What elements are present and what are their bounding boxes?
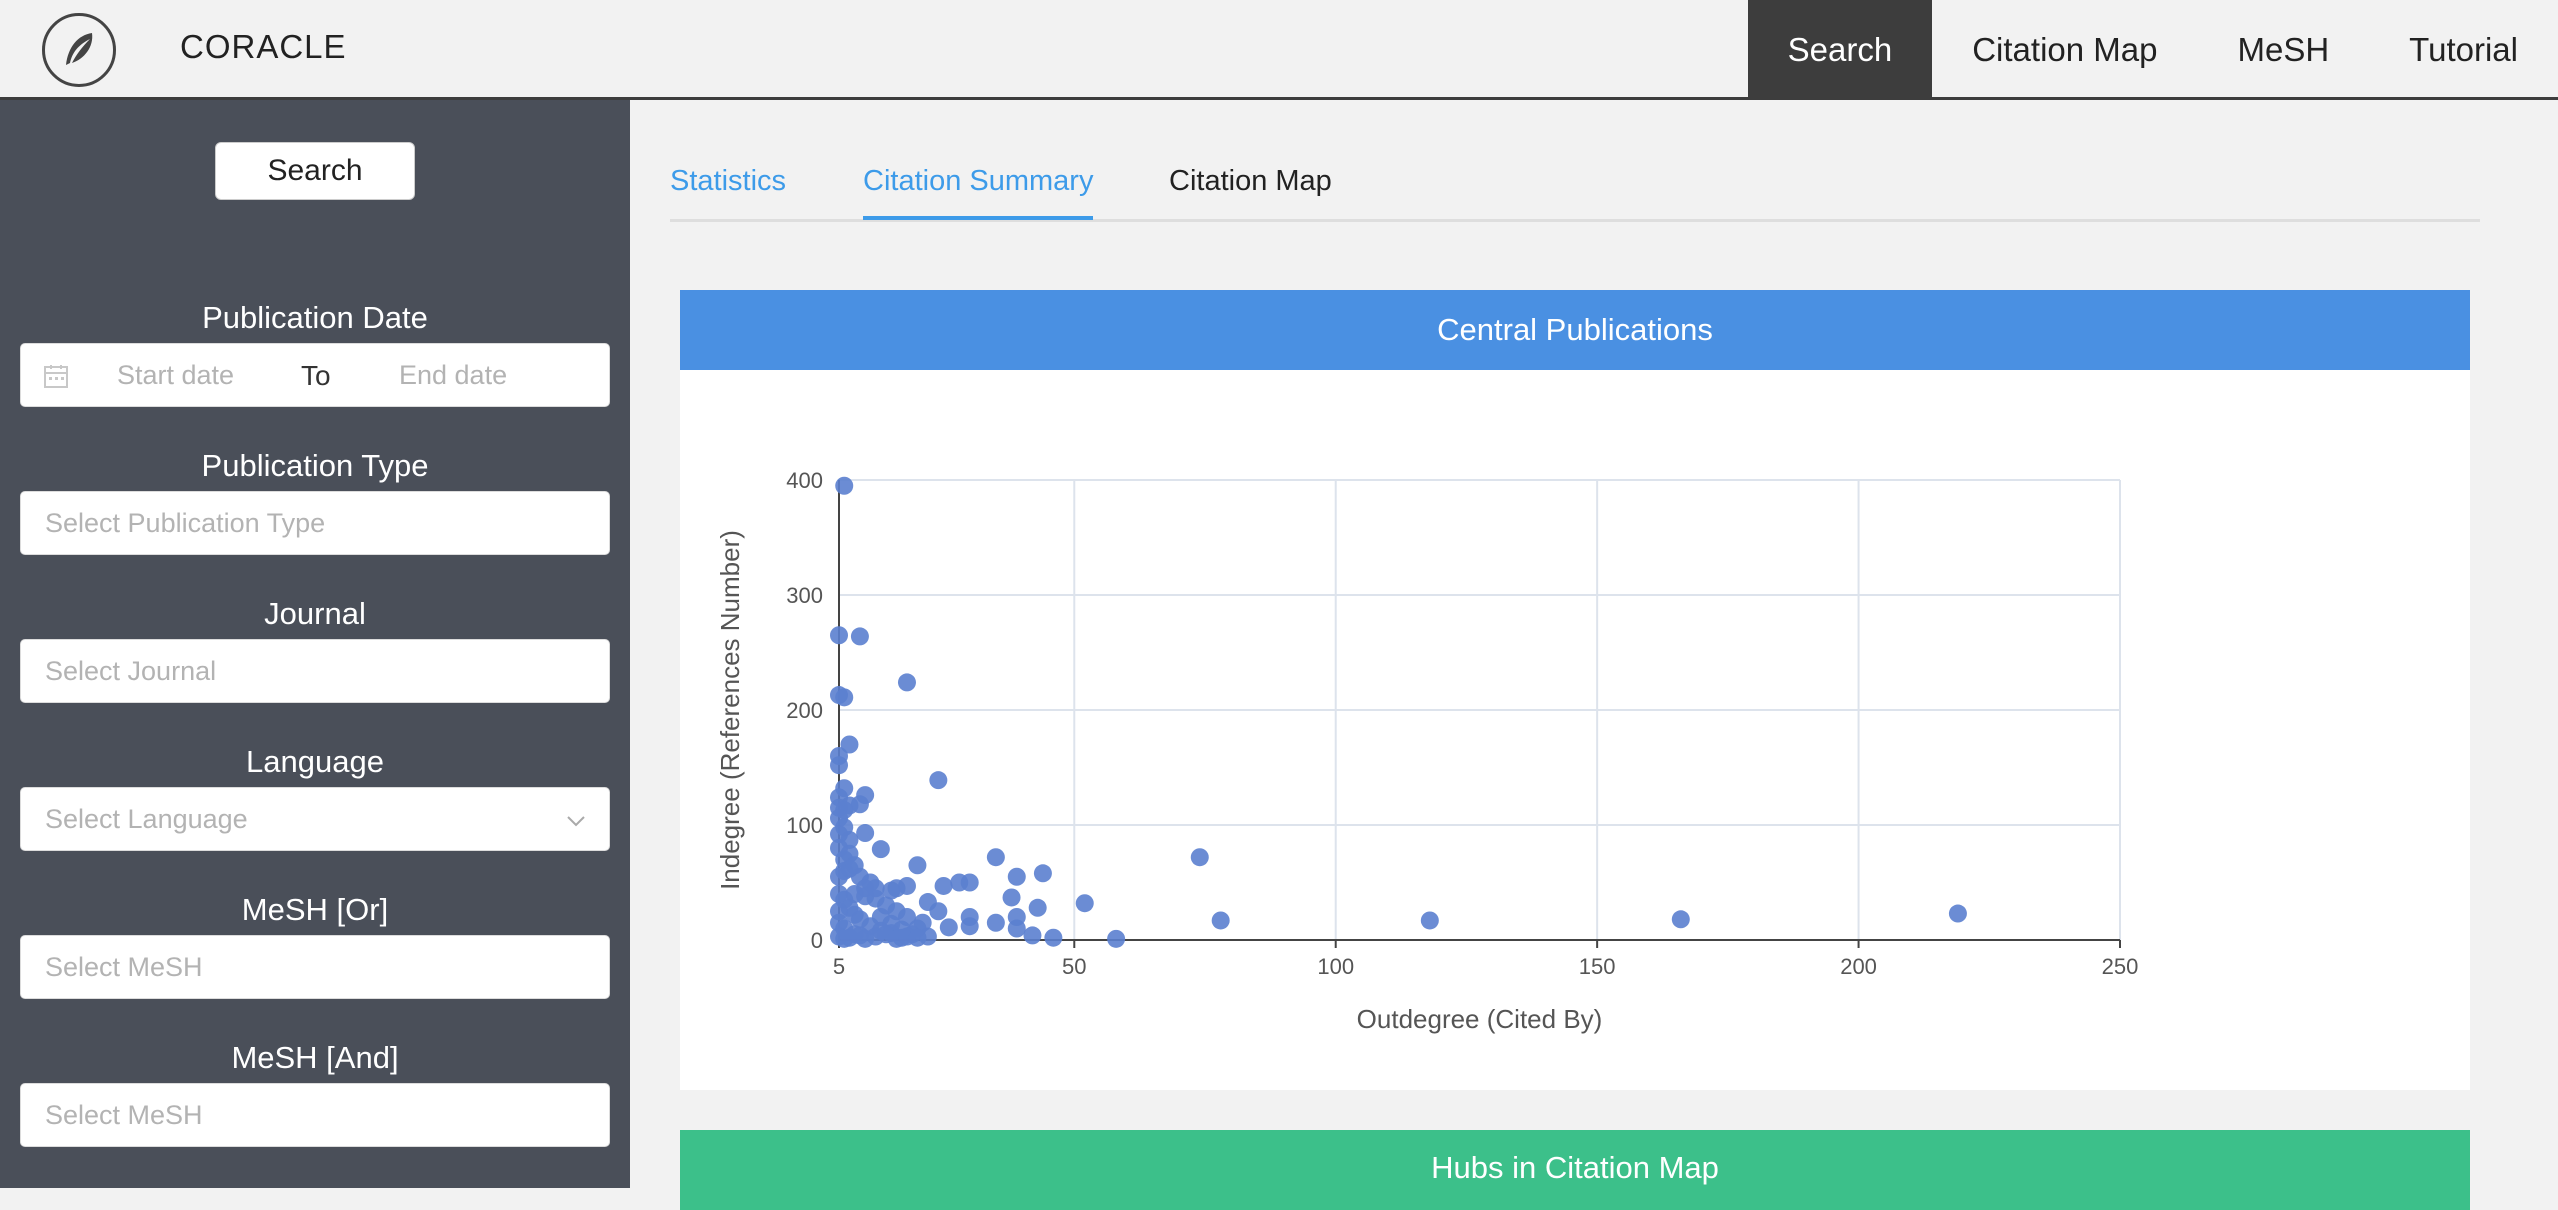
y-axis-label: Indegree (References Number) xyxy=(715,530,745,890)
central-publications-card: Central Publications 5 50 100 150 200 250 0 100… xyxy=(680,290,2470,1090)
data-point[interactable] xyxy=(850,627,869,646)
data-point[interactable] xyxy=(1107,929,1126,948)
data-point[interactable] xyxy=(929,902,948,921)
data-point[interactable] xyxy=(856,887,875,906)
data-point[interactable] xyxy=(830,902,848,921)
nav-citation-map[interactable]: Citation Map xyxy=(1932,0,2197,100)
mesh-or-label: MeSH [Or] xyxy=(241,892,389,927)
data-point[interactable] xyxy=(1002,888,1021,907)
data-point[interactable] xyxy=(1028,898,1047,917)
mesh-or-select[interactable]: Select MeSH xyxy=(20,935,610,999)
mesh-and-label: MeSH [And] xyxy=(231,1040,399,1075)
chevron-down-icon[interactable] xyxy=(565,810,587,832)
data-point[interactable] xyxy=(835,476,854,495)
top-nav: Search Citation Map MeSH Tutorial xyxy=(1747,0,2558,100)
data-point[interactable] xyxy=(1211,911,1230,930)
nav-mesh[interactable]: MeSH xyxy=(2197,0,2369,100)
y-tick-label: 0 xyxy=(811,928,823,953)
search-button[interactable]: Search xyxy=(215,142,415,200)
data-point[interactable] xyxy=(986,913,1005,932)
mesh-and-select[interactable]: Select MeSH xyxy=(20,1083,610,1147)
nav-tutorial[interactable]: Tutorial xyxy=(2369,0,2558,100)
x-tick-label: 50 xyxy=(1062,954,1086,979)
y-tick-label: 100 xyxy=(786,813,823,838)
y-tick-label: 300 xyxy=(786,583,823,608)
data-point[interactable] xyxy=(1190,848,1209,867)
data-point[interactable] xyxy=(835,688,854,707)
x-tick-label: 200 xyxy=(1840,954,1877,979)
hubs-title: Hubs in Citation Map xyxy=(1431,1150,1719,1185)
data-point[interactable] xyxy=(1007,919,1026,938)
data-point[interactable] xyxy=(908,928,927,947)
tab-citation-summary[interactable]: Citation Summary xyxy=(863,165,1094,220)
data-point[interactable] xyxy=(830,626,848,645)
data-point[interactable] xyxy=(1075,894,1094,913)
x-tick-label: 250 xyxy=(2102,954,2139,979)
data-point[interactable] xyxy=(1671,910,1690,929)
publication-type-select[interactable]: Select Publication Type xyxy=(20,491,610,555)
chart-grid xyxy=(838,479,2121,941)
top-bar: CORACLE Search Citation Map MeSH Tutoria… xyxy=(0,0,2558,100)
data-point[interactable] xyxy=(1044,928,1063,947)
data-point[interactable] xyxy=(960,917,979,936)
calendar-icon xyxy=(44,365,68,388)
tab-statistics[interactable]: Statistics xyxy=(670,165,786,216)
data-point[interactable] xyxy=(939,918,958,937)
data-point[interactable] xyxy=(856,824,875,843)
x-axis-label: Outdegree (Cited By) xyxy=(1357,1004,1603,1034)
data-point[interactable] xyxy=(897,673,916,692)
data-point[interactable] xyxy=(929,771,948,790)
data-point[interactable] xyxy=(1420,911,1439,930)
date-to-label: To xyxy=(301,360,331,391)
journal-label: Journal xyxy=(264,596,366,631)
nav-search[interactable]: Search xyxy=(1747,0,1933,100)
y-tick-label: 400 xyxy=(786,468,823,493)
data-point[interactable] xyxy=(986,848,1005,867)
data-point[interactable] xyxy=(1023,926,1042,945)
end-date-input[interactable]: End date xyxy=(399,360,507,391)
x-tick-label: 5 xyxy=(833,954,845,979)
data-point[interactable] xyxy=(1033,864,1052,883)
feather-logo-icon[interactable] xyxy=(42,13,116,87)
data-point[interactable] xyxy=(845,856,864,875)
publication-date-range[interactable]: Start date To End date xyxy=(20,343,610,407)
language-placeholder: Select Language xyxy=(45,803,248,834)
data-point[interactable] xyxy=(1948,904,1967,923)
publication-date-label: Publication Date xyxy=(202,300,428,335)
result-tabs: Statistics Citation Summary Citation Map xyxy=(670,150,2480,222)
y-tick-label: 200 xyxy=(786,698,823,723)
language-label: Language xyxy=(246,744,384,779)
central-publications-title: Central Publications xyxy=(680,290,2470,370)
data-point[interactable] xyxy=(830,839,848,857)
scatter-chart: 5 50 100 150 200 250 0 100 200 300 400 Outdegree (… xyxy=(715,468,2138,1034)
data-point[interactable] xyxy=(934,876,953,895)
language-select[interactable]: Select Language xyxy=(20,787,610,851)
data-point[interactable] xyxy=(830,756,848,775)
data-point[interactable] xyxy=(871,840,890,859)
data-point[interactable] xyxy=(1007,867,1026,886)
publication-type-label: Publication Type xyxy=(201,448,429,483)
data-point[interactable] xyxy=(908,856,927,875)
brand-name[interactable]: CORACLE xyxy=(180,28,347,66)
hubs-card: Hubs in Citation Map xyxy=(680,1130,2470,1210)
x-tick-label: 100 xyxy=(1317,954,1354,979)
search-sidebar: Search Publication Date Start date To En… xyxy=(0,100,630,1188)
chart-axes: 5 50 100 150 200 250 0 100 200 300 400 xyxy=(786,468,2138,979)
chart-points xyxy=(830,476,1967,948)
x-tick-label: 150 xyxy=(1579,954,1616,979)
journal-select[interactable]: Select Journal xyxy=(20,639,610,703)
tab-citation-map[interactable]: Citation Map xyxy=(1169,165,1332,216)
start-date-input[interactable]: Start date xyxy=(117,360,234,391)
data-point[interactable] xyxy=(960,873,979,892)
data-point[interactable] xyxy=(830,885,848,903)
